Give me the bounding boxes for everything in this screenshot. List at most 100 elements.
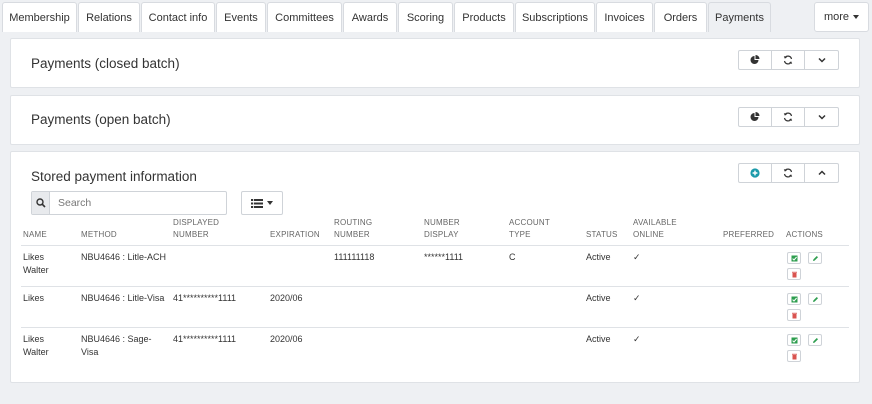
pie-chart-button[interactable] [739,51,772,69]
cell-name: Likes [23,293,45,303]
table-row: Likes Walter NBU4646 : Litle-ACH 1111111… [21,245,849,286]
header-routing-number: ROUTING NUMBER [334,218,373,239]
refresh-icon [783,112,793,122]
trash-icon [791,353,797,359]
header-account-type: ACCOUNT TYPE [509,218,550,239]
tab-awards[interactable]: Awards [343,2,397,32]
pie-chart-button[interactable] [739,108,772,126]
more-tabs-button[interactable]: more [814,2,869,32]
header-number-display: NUMBER DISPLAY [424,218,460,239]
pie-chart-icon [750,112,760,121]
chevron-down-icon [817,114,826,120]
approve-button[interactable] [787,334,801,346]
pie-chart-icon [750,55,760,64]
header-expiration: EXPIRATION [270,230,320,239]
cell-expiration: 2020/06 [270,293,303,303]
cell-name: Likes Walter [23,252,49,275]
cell-expiration: 2020/06 [270,334,303,344]
cell-available-online: ✓ [633,252,641,262]
cell-displayed-number: 41**********1111 [173,293,237,303]
search-input[interactable] [50,192,220,214]
cell-method: NBU4646 : Litle-Visa [81,293,165,303]
tab-bar: Membership Relations Contact info Events… [0,0,872,32]
cell-method: NBU4646 : Sage-Visa [81,334,152,357]
tab-relations[interactable]: Relations [78,2,140,32]
tab-payments[interactable]: Payments [708,2,771,32]
panel-closed-batch: Payments (closed batch) [10,38,860,88]
cell-routing-number: 111111118 [334,252,375,262]
caret-down-icon [267,201,273,205]
check-square-icon [791,337,797,343]
panel-title-open-batch: Payments (open batch) [31,112,171,127]
list-icon [251,198,263,208]
trash-icon [791,312,797,318]
delete-button[interactable] [787,309,801,321]
cell-status: Active [586,334,611,344]
cell-status: Active [586,252,611,262]
tab-scoring[interactable]: Scoring [398,2,453,32]
panel-title-closed-batch: Payments (closed batch) [31,56,180,71]
plus-circle-icon [750,168,760,178]
tab-orders[interactable]: Orders [654,2,707,32]
pencil-icon [812,296,818,302]
chevron-up-icon [817,170,826,176]
collapse-button[interactable] [805,108,838,126]
panel-actions-stored-payment [738,163,839,183]
cell-status: Active [586,293,611,303]
header-status: STATUS [586,230,618,239]
approve-button[interactable] [787,252,801,264]
cell-available-online: ✓ [633,293,641,303]
delete-button[interactable] [787,268,801,280]
panel-actions-closed-batch [738,50,839,70]
panel-open-batch: Payments (open batch) [10,95,860,145]
header-actions: ACTIONS [786,230,823,239]
tab-events[interactable]: Events [216,2,266,32]
table-row: Likes NBU4646 : Litle-Visa 41**********1… [21,286,849,327]
edit-button[interactable] [808,334,822,346]
more-label: more [823,11,850,23]
header-name: NAME [23,230,47,239]
refresh-button[interactable] [772,51,805,69]
header-displayed-number: DISPLAYED NUMBER [173,218,220,239]
cell-available-online: ✓ [633,334,641,344]
tab-membership[interactable]: Membership [2,2,77,32]
cell-number-display: ******1111 [424,252,464,262]
table-row: Likes Walter NBU4646 : Sage-Visa 41*****… [21,327,849,368]
add-payment-button[interactable] [739,164,772,182]
panel-title-stored-payment: Stored payment information [31,169,197,184]
tab-contact-info[interactable]: Contact info [141,2,215,32]
tab-products[interactable]: Products [454,2,514,32]
edit-button[interactable] [808,293,822,305]
panel-stored-payment: Stored payment information NAME METHOD D… [10,151,860,383]
cell-name: Likes Walter [23,334,49,357]
collapse-button[interactable] [805,51,838,69]
expand-button[interactable] [805,164,838,182]
check-square-icon [791,296,797,302]
check-square-icon [791,255,797,261]
search-box [31,191,227,215]
tab-subscriptions[interactable]: Subscriptions [515,2,595,32]
header-method: METHOD [81,230,117,239]
caret-down-icon [853,15,860,19]
panel-actions-open-batch [738,107,839,127]
tab-committees[interactable]: Committees [267,2,342,32]
cell-displayed-number: 41**********1111 [173,334,237,344]
chevron-down-icon [817,57,826,63]
header-available-online: AVAILABLE ONLINE [633,218,677,239]
delete-button[interactable] [787,350,801,362]
header-preferred: PREFERRED [723,230,775,239]
column-list-button[interactable] [241,191,283,215]
cell-method: NBU4646 : Litle-ACH [81,252,167,262]
pencil-icon [812,255,818,261]
tab-invoices[interactable]: Invoices [596,2,653,32]
refresh-icon [783,55,793,65]
edit-button[interactable] [808,252,822,264]
refresh-button[interactable] [772,108,805,126]
cell-account-type: C [509,252,516,262]
search-icon-wrap [32,192,50,214]
pencil-icon [812,337,818,343]
approve-button[interactable] [787,293,801,305]
refresh-button[interactable] [772,164,805,182]
trash-icon [791,271,797,277]
search-icon [35,198,46,208]
